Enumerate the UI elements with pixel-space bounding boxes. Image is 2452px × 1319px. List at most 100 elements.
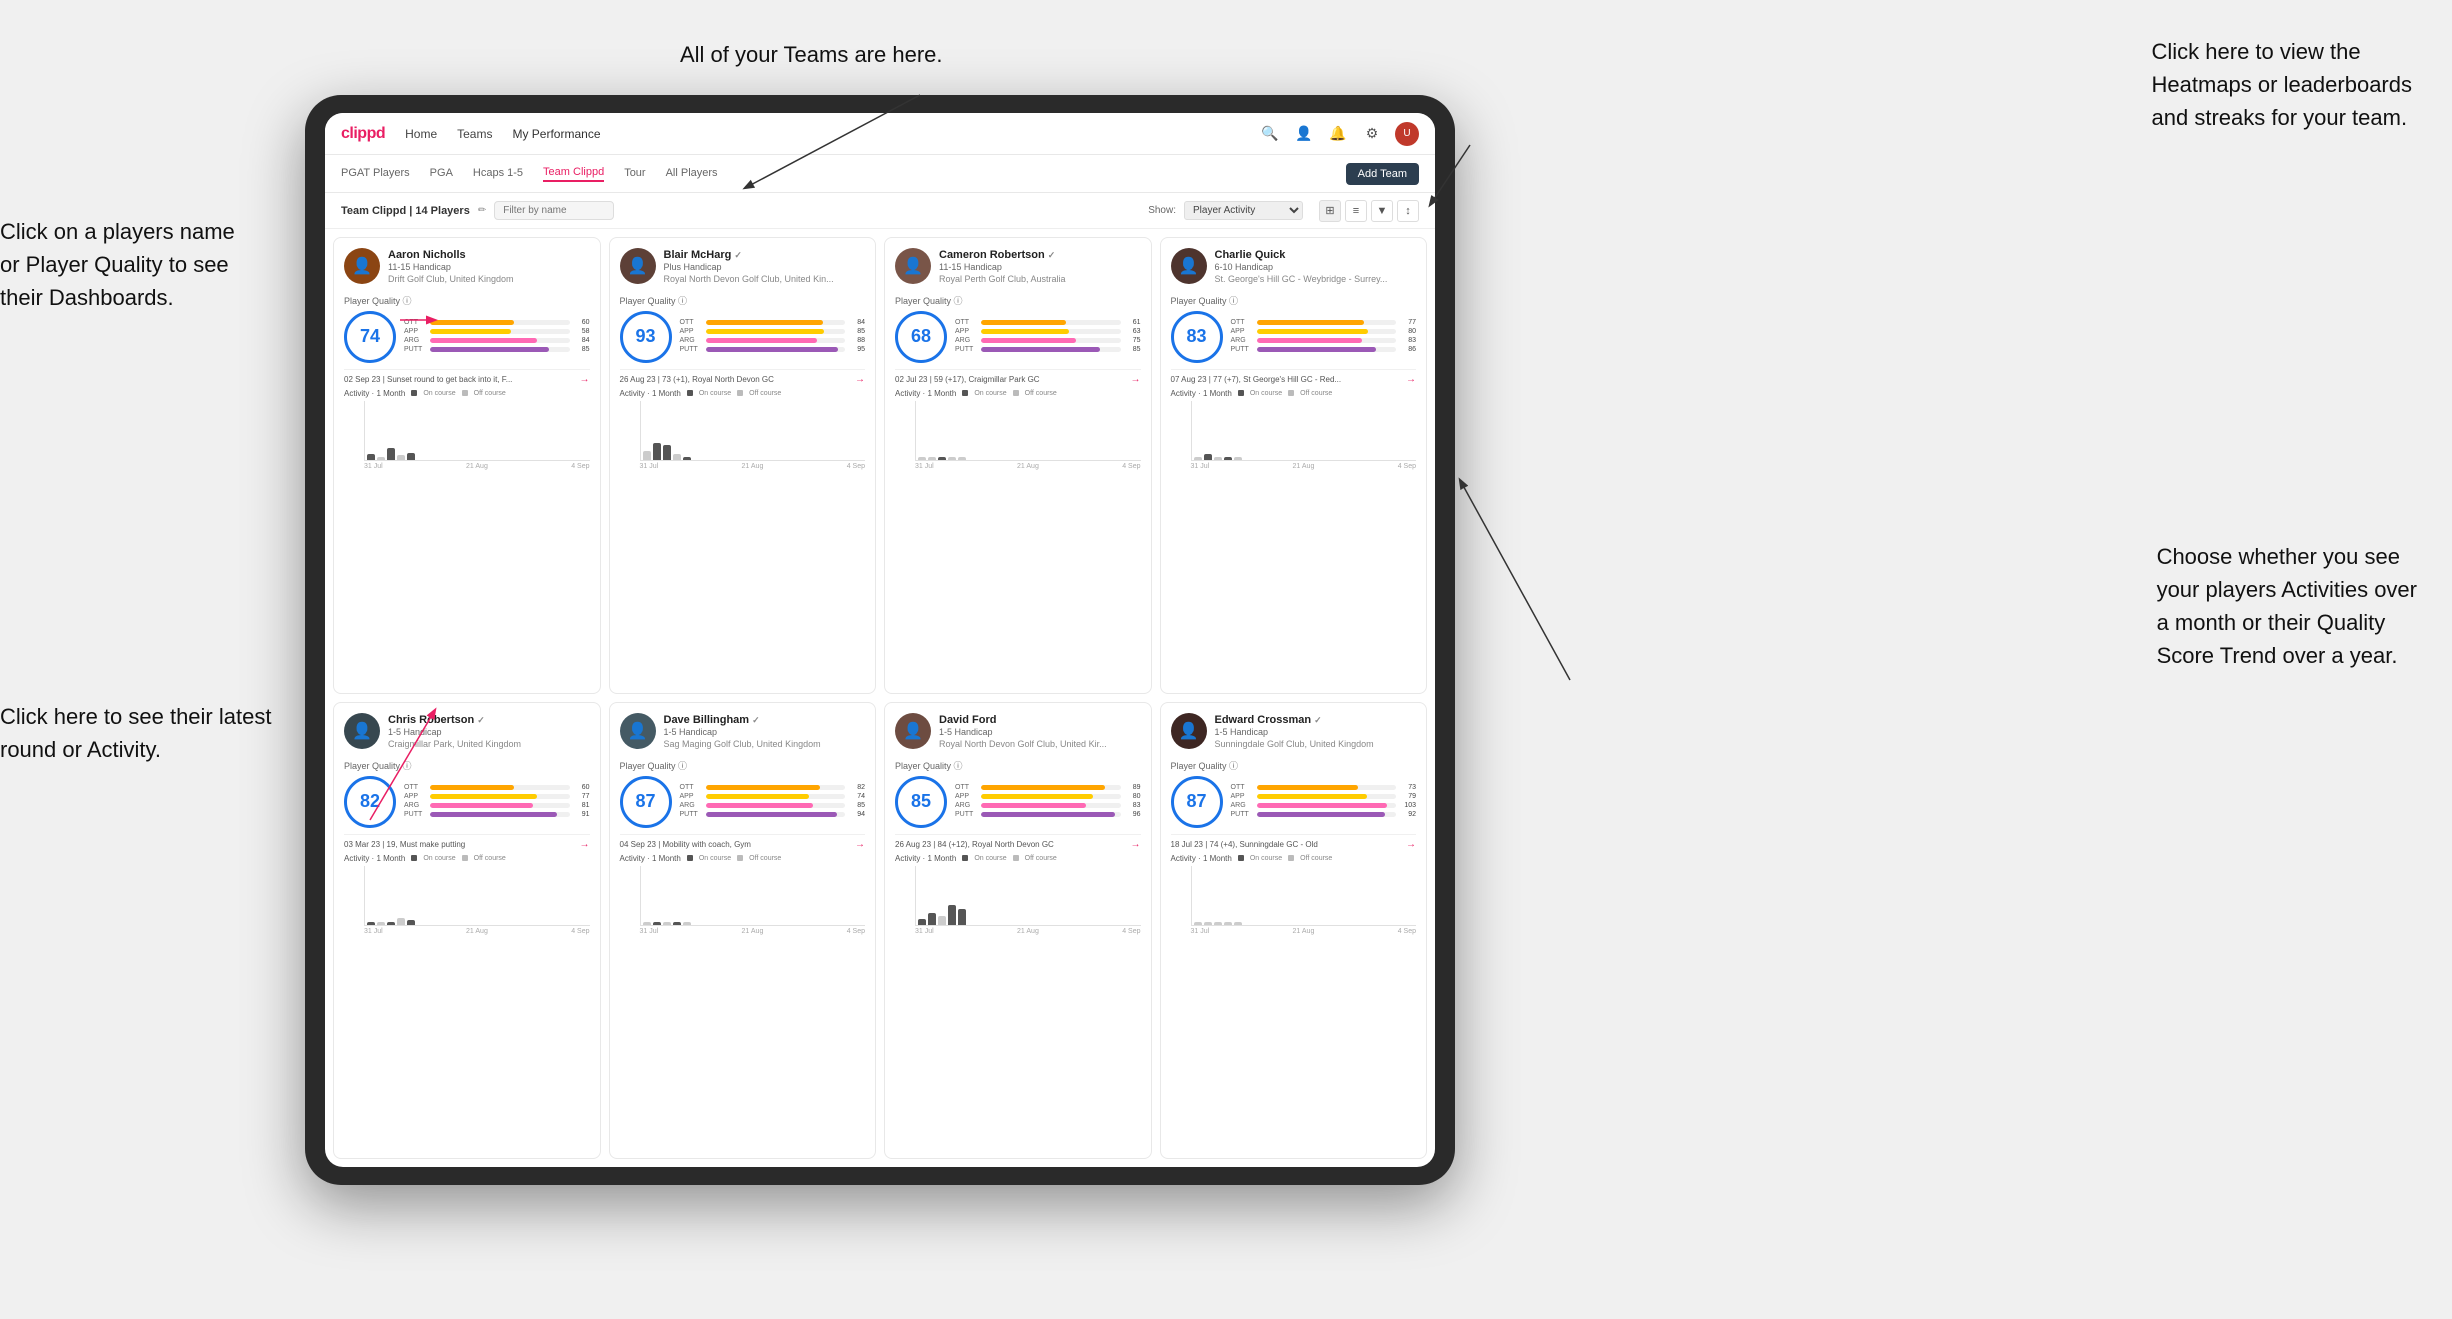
- quality-circle[interactable]: 74: [344, 311, 396, 363]
- player-name[interactable]: Chris Robertson ✓: [388, 713, 590, 727]
- bar-arg: ARG 75: [955, 337, 1141, 344]
- quality-label: Player Quality ⓘ: [895, 759, 1141, 772]
- activity-header: Activity · 1 Month On course Off course: [344, 389, 590, 398]
- quality-section: 85 OTT 89 APP 80 ARG 83 PUT: [895, 776, 1141, 828]
- activity-legend: On course Off course: [1238, 855, 1332, 862]
- on-course-label: On course: [1250, 390, 1282, 397]
- sort-button[interactable]: ↕: [1397, 200, 1419, 222]
- bar-app: APP 77: [404, 793, 590, 800]
- quality-circle[interactable]: 68: [895, 311, 947, 363]
- player-card: 👤 Dave Billingham ✓ 1-5 Handicap Sag Mag…: [609, 702, 877, 1159]
- player-club: Royal Perth Golf Club, Australia: [939, 274, 1141, 286]
- player-name[interactable]: David Ford: [939, 713, 1141, 727]
- chart-bars: [916, 866, 1141, 925]
- bar-ott: OTT 61: [955, 319, 1141, 326]
- activity-header: Activity · 1 Month On course Off course: [344, 854, 590, 863]
- grid-view-button[interactable]: ⊞: [1319, 200, 1341, 222]
- player-handicap: 1-5 Handicap: [664, 727, 866, 739]
- activity-legend: On course Off course: [411, 390, 505, 397]
- activity-title: Activity · 1 Month: [895, 389, 956, 398]
- nav-my-performance[interactable]: My Performance: [512, 127, 600, 141]
- player-card: 👤 Charlie Quick 6-10 Handicap St. George…: [1160, 237, 1428, 694]
- tab-hcaps[interactable]: Hcaps 1-5: [473, 167, 523, 181]
- tablet-frame: clippd Home Teams My Performance 🔍 👤 🔔 ⚙…: [305, 95, 1455, 1185]
- chart-x-label: 31 Jul: [915, 463, 934, 470]
- chart-labels: 31 Jul21 Aug4 Sep: [364, 463, 590, 470]
- sub-tabs: PGAT Players PGA Hcaps 1-5 Team Clippd T…: [325, 155, 1435, 193]
- quality-circle[interactable]: 83: [1171, 311, 1223, 363]
- nav-home[interactable]: Home: [405, 127, 437, 141]
- player-card-header: 👤 Dave Billingham ✓ 1-5 Handicap Sag Mag…: [620, 713, 866, 751]
- player-card-header: 👤 Chris Robertson ✓ 1-5 Handicap Craigmi…: [344, 713, 590, 751]
- tab-pgat-players[interactable]: PGAT Players: [341, 167, 410, 181]
- quality-circle[interactable]: 93: [620, 311, 672, 363]
- nav-teams[interactable]: Teams: [457, 127, 492, 141]
- recent-round[interactable]: 02 Jul 23 | 59 (+17), Craigmillar Park G…: [895, 369, 1141, 385]
- activity-header: Activity · 1 Month On course Off course: [1171, 389, 1417, 398]
- recent-round[interactable]: 04 Sep 23 | Mobility with coach, Gym →: [620, 834, 866, 850]
- person-icon[interactable]: 👤: [1293, 123, 1315, 145]
- tab-pga[interactable]: PGA: [430, 167, 453, 181]
- quality-label: Player Quality ⓘ: [895, 294, 1141, 307]
- settings-icon[interactable]: ⚙: [1361, 123, 1383, 145]
- filter-button[interactable]: ▼: [1371, 200, 1393, 222]
- player-info: Dave Billingham ✓ 1-5 Handicap Sag Magin…: [664, 713, 866, 751]
- player-name[interactable]: Charlie Quick: [1215, 248, 1417, 262]
- player-name[interactable]: Aaron Nicholls: [388, 248, 590, 262]
- quality-section: 83 OTT 77 APP 80 ARG 83 PUT: [1171, 311, 1417, 363]
- bar-app: APP 79: [1231, 793, 1417, 800]
- player-card-header: 👤 Blair McHarg ✓ Plus Handicap Royal Nor…: [620, 248, 866, 286]
- chart-x-label: 4 Sep: [571, 463, 589, 470]
- quality-label: Player Quality ⓘ: [620, 294, 866, 307]
- bar-app: APP 63: [955, 328, 1141, 335]
- player-avatar: 👤: [620, 248, 656, 284]
- edit-icon[interactable]: ✏: [478, 205, 486, 216]
- player-name[interactable]: Dave Billingham ✓: [664, 713, 866, 727]
- tab-team-clippd[interactable]: Team Clippd: [543, 166, 604, 182]
- chart-x-label: 21 Aug: [1293, 463, 1315, 470]
- list-view-button[interactable]: ≡: [1345, 200, 1367, 222]
- quality-section: 74 OTT 60 APP 58 ARG 84 PUT: [344, 311, 590, 363]
- tab-tour[interactable]: Tour: [624, 167, 645, 181]
- quality-circle[interactable]: 85: [895, 776, 947, 828]
- player-info: Blair McHarg ✓ Plus Handicap Royal North…: [664, 248, 866, 286]
- off-course-legend: [1288, 390, 1294, 396]
- chart-wrapper: 54321 31 Jul21 Aug4 Sep: [895, 401, 1141, 470]
- quality-circle[interactable]: 87: [620, 776, 672, 828]
- add-team-button[interactable]: Add Team: [1346, 163, 1419, 185]
- bell-icon[interactable]: 🔔: [1327, 123, 1349, 145]
- player-club: Royal North Devon Golf Club, United Kin.…: [664, 274, 866, 286]
- chart-bars: [365, 401, 590, 460]
- tab-all-players[interactable]: All Players: [666, 167, 718, 181]
- chart-area: [915, 866, 1141, 926]
- on-course-legend: [962, 390, 968, 396]
- player-name[interactable]: Blair McHarg ✓: [664, 248, 866, 262]
- chart-wrapper: 54321 31 Jul21 Aug4 Sep: [620, 866, 866, 935]
- search-icon[interactable]: 🔍: [1259, 123, 1281, 145]
- nav-logo[interactable]: clippd: [341, 125, 385, 143]
- player-name[interactable]: Cameron Robertson ✓: [939, 248, 1141, 262]
- show-select[interactable]: Player Activity Quality Score Trend: [1184, 201, 1303, 220]
- quality-circle[interactable]: 87: [1171, 776, 1223, 828]
- recent-round[interactable]: 26 Aug 23 | 84 (+12), Royal North Devon …: [895, 834, 1141, 850]
- activity-legend: On course Off course: [962, 390, 1056, 397]
- recent-round[interactable]: 26 Aug 23 | 73 (+1), Royal North Devon G…: [620, 369, 866, 385]
- quality-circle[interactable]: 82: [344, 776, 396, 828]
- user-avatar[interactable]: U: [1395, 122, 1419, 146]
- player-card: 👤 Edward Crossman ✓ 1-5 Handicap Sunning…: [1160, 702, 1428, 1159]
- chart-area: [364, 866, 590, 926]
- quality-bars: OTT 89 APP 80 ARG 83 PUTT 96: [955, 784, 1141, 820]
- player-club: St. George's Hill GC - Weybridge - Surre…: [1215, 274, 1417, 286]
- recent-round[interactable]: 18 Jul 23 | 74 (+4), Sunningdale GC - Ol…: [1171, 834, 1417, 850]
- recent-round[interactable]: 07 Aug 23 | 77 (+7), St George's Hill GC…: [1171, 369, 1417, 385]
- player-name[interactable]: Edward Crossman ✓: [1215, 713, 1417, 727]
- chart-x-label: 4 Sep: [1398, 928, 1416, 935]
- recent-round[interactable]: 02 Sep 23 | Sunset round to get back int…: [344, 369, 590, 385]
- bar-app: APP 80: [1231, 328, 1417, 335]
- recent-round[interactable]: 03 Mar 23 | 19, Must make putting →: [344, 834, 590, 850]
- off-course-label: Off course: [749, 390, 781, 397]
- player-avatar: 👤: [344, 248, 380, 284]
- filter-input[interactable]: [494, 201, 614, 220]
- chart-bars: [365, 866, 590, 925]
- player-club: Drift Golf Club, United Kingdom: [388, 274, 590, 286]
